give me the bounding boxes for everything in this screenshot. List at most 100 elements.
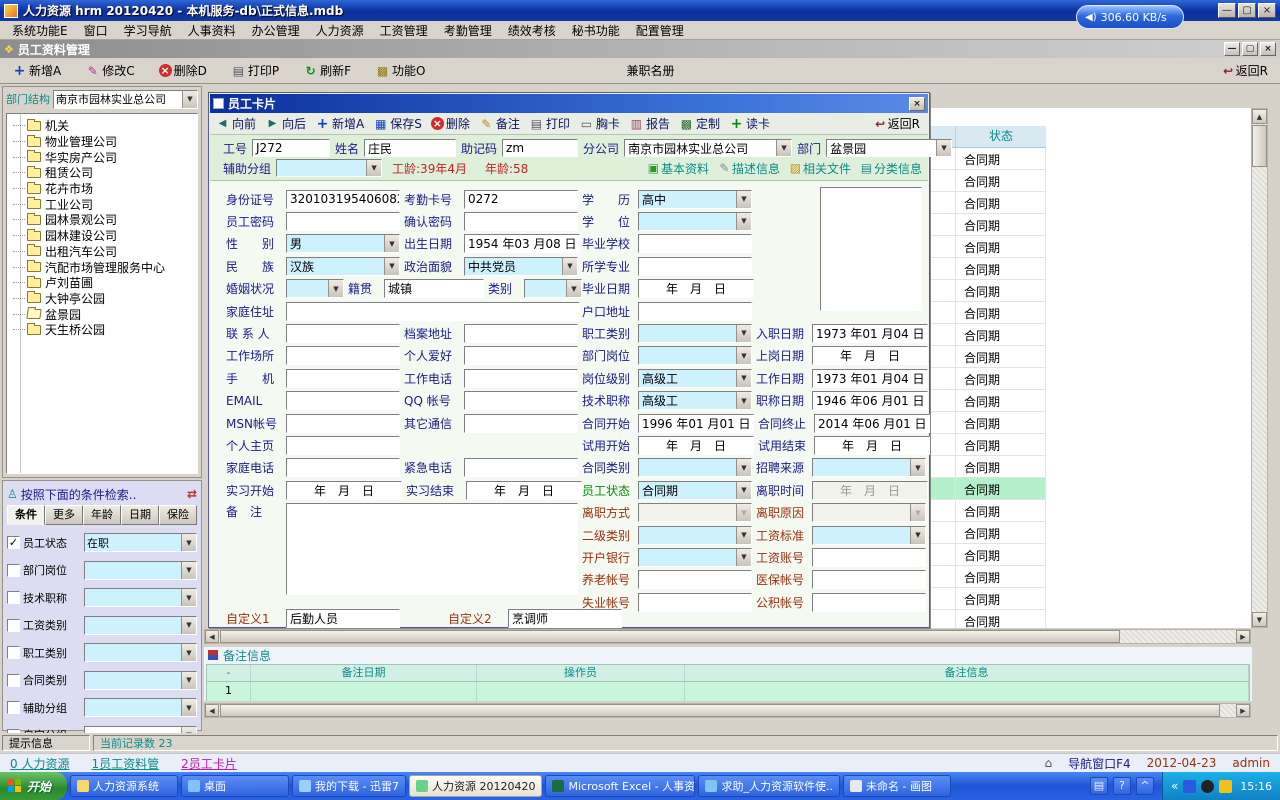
scroll-right-icon[interactable]: ▶	[1236, 704, 1250, 717]
note-textarea[interactable]	[286, 503, 578, 595]
network-speed-badge[interactable]: ◀) 306.60 KB/s	[1076, 5, 1184, 29]
toolbar-button[interactable]: 修改C	[81, 60, 138, 81]
table-row[interactable]: 合同期	[930, 258, 1251, 280]
filter-select[interactable]: ▼	[84, 616, 197, 635]
taskbar-button[interactable]: 未命名 - 画图	[843, 775, 951, 797]
chevron-down-icon[interactable]: ▼	[181, 644, 196, 661]
field-input[interactable]	[286, 302, 580, 321]
nav-link[interactable]: 1员工资料管	[91, 755, 159, 772]
employee-photo-box[interactable]	[820, 187, 922, 311]
date-field[interactable]: 1973 年01 月04 日	[812, 369, 928, 388]
keyboard-icon[interactable]: ▤	[1090, 777, 1108, 795]
scroll-up-icon[interactable]: ▲	[1252, 109, 1267, 124]
tree-item[interactable]: 盆景园	[13, 306, 197, 322]
header-field[interactable]: J272	[252, 139, 330, 157]
field-select[interactable]: 高中▼	[638, 190, 752, 209]
table-row[interactable]: 合同期	[930, 478, 1251, 500]
scroll-left-icon[interactable]: ◀	[205, 630, 219, 643]
menu-item[interactable]: 秘书功能	[564, 21, 628, 40]
date-field[interactable]: 1954 年03 月08 日	[464, 234, 580, 253]
nav-link[interactable]: 0 人力资源	[10, 755, 69, 772]
card-tab[interactable]: 基本资料	[646, 160, 709, 177]
swap-icon[interactable]: ⇄	[187, 487, 197, 501]
sub-close-button[interactable]: ×	[1260, 42, 1276, 56]
chevron-down-icon[interactable]: ▼	[182, 91, 197, 108]
chevron-down-icon[interactable]: ▼	[328, 280, 343, 297]
header-field[interactable]: 盆景园 ▼	[826, 139, 952, 157]
help-icon[interactable]: ?	[1113, 777, 1131, 795]
table-row[interactable]: 合同期	[930, 170, 1251, 192]
toolbar-button[interactable]: 新增A	[8, 60, 65, 81]
chevron-down-icon[interactable]: ▼	[910, 527, 925, 544]
card-tab[interactable]: 相关文件	[788, 160, 851, 177]
chevron-down-icon[interactable]: ▼	[736, 191, 751, 208]
card-toolbar-button[interactable]: 向前	[214, 114, 257, 133]
table-row[interactable]: 合同期	[930, 588, 1251, 610]
chevron-down-icon[interactable]: ▼	[366, 160, 381, 176]
field-select[interactable]: 高级工▼	[638, 391, 752, 410]
chevron-down-icon[interactable]: ▼	[736, 392, 751, 409]
field-input[interactable]: 320103195406082989	[286, 190, 400, 209]
field-input[interactable]	[464, 414, 578, 433]
field-select[interactable]: ▼	[812, 503, 926, 522]
card-toolbar-button[interactable]: 定制	[678, 114, 721, 133]
taskbar-button[interactable]: 桌面	[181, 775, 289, 797]
field-input[interactable]	[464, 212, 578, 231]
table-row[interactable]: 合同期	[930, 214, 1251, 236]
date-field[interactable]: 年 月 日	[638, 279, 754, 298]
field-select[interactable]: ▼	[638, 324, 752, 343]
field-input[interactable]	[638, 302, 752, 321]
chevron-down-icon[interactable]: ▼	[736, 347, 751, 364]
card-toolbar-button[interactable]: 读卡	[728, 114, 771, 133]
field-input[interactable]	[464, 369, 578, 388]
field-select[interactable]: ▼	[638, 346, 752, 365]
table-row[interactable]: 合同期	[930, 324, 1251, 346]
scrollbar-thumb[interactable]	[1252, 125, 1267, 167]
filter-select[interactable]: ▼	[84, 698, 197, 717]
table-row[interactable]: 合同期	[930, 610, 1251, 628]
field-select[interactable]: 汉族▼	[286, 257, 400, 276]
chevron-down-icon[interactable]: ▼	[736, 325, 751, 342]
field-input[interactable]	[638, 570, 752, 589]
date-field[interactable]: 年 月 日	[812, 481, 928, 500]
chevron-down-icon[interactable]: ▼	[566, 280, 581, 297]
filter-tab[interactable]: 保险	[159, 505, 197, 525]
field-input[interactable]: 0272	[464, 190, 578, 209]
field-input[interactable]	[286, 346, 400, 365]
menu-item[interactable]: 办公管理	[244, 21, 308, 40]
table-row[interactable]: 合同期	[930, 236, 1251, 258]
scroll-down-icon[interactable]: ▼	[1252, 612, 1267, 627]
field-input[interactable]	[286, 369, 400, 388]
minimize-button[interactable]: —	[1218, 3, 1236, 18]
chevron-down-icon[interactable]: ▼	[181, 699, 196, 716]
tree-item[interactable]: 园林建设公司	[13, 228, 197, 244]
toolbar-button[interactable]: 功能O	[371, 60, 429, 81]
menu-item[interactable]: 学习导航	[116, 21, 180, 40]
qq-tray-icon[interactable]	[1201, 780, 1214, 793]
toolbar-button[interactable]: 刷新F	[299, 60, 355, 81]
card-toolbar-button[interactable]: 向后	[264, 114, 307, 133]
checkbox[interactable]	[7, 536, 20, 549]
toolbar-button[interactable]: 删除D	[155, 60, 211, 81]
field-input[interactable]	[464, 391, 578, 410]
chevron-down-icon[interactable]: ▼	[736, 527, 751, 544]
alert-tray-icon[interactable]	[1219, 780, 1232, 793]
company-select[interactable]: 南京市园林实业总公司 ▼	[53, 90, 198, 109]
table-row[interactable]: 合同期	[930, 346, 1251, 368]
field-select[interactable]: ▼	[638, 548, 752, 567]
chevron-down-icon[interactable]: ▼	[181, 562, 196, 579]
tree-item[interactable]: 物业管理公司	[13, 134, 197, 150]
card-toolbar-button[interactable]: 保存S	[372, 114, 423, 133]
chevron-down-icon[interactable]: ▼	[736, 213, 751, 230]
sub-minimize-button[interactable]: —	[1224, 42, 1240, 56]
close-button[interactable]: ×	[1258, 3, 1276, 18]
filter-select[interactable]: 在职 ▼	[84, 533, 197, 552]
date-field[interactable]: 年 月 日	[638, 436, 754, 455]
date-field[interactable]: 年 月 日	[286, 481, 402, 500]
field-input[interactable]	[286, 391, 400, 410]
tree-item[interactable]: 花卉市场	[13, 181, 197, 197]
field-select[interactable]: ▼	[524, 279, 582, 298]
card-toolbar-button[interactable]: 报告	[628, 114, 671, 133]
date-field[interactable]: 年 月 日	[812, 346, 928, 365]
filter-tab[interactable]: 条件	[7, 505, 45, 525]
